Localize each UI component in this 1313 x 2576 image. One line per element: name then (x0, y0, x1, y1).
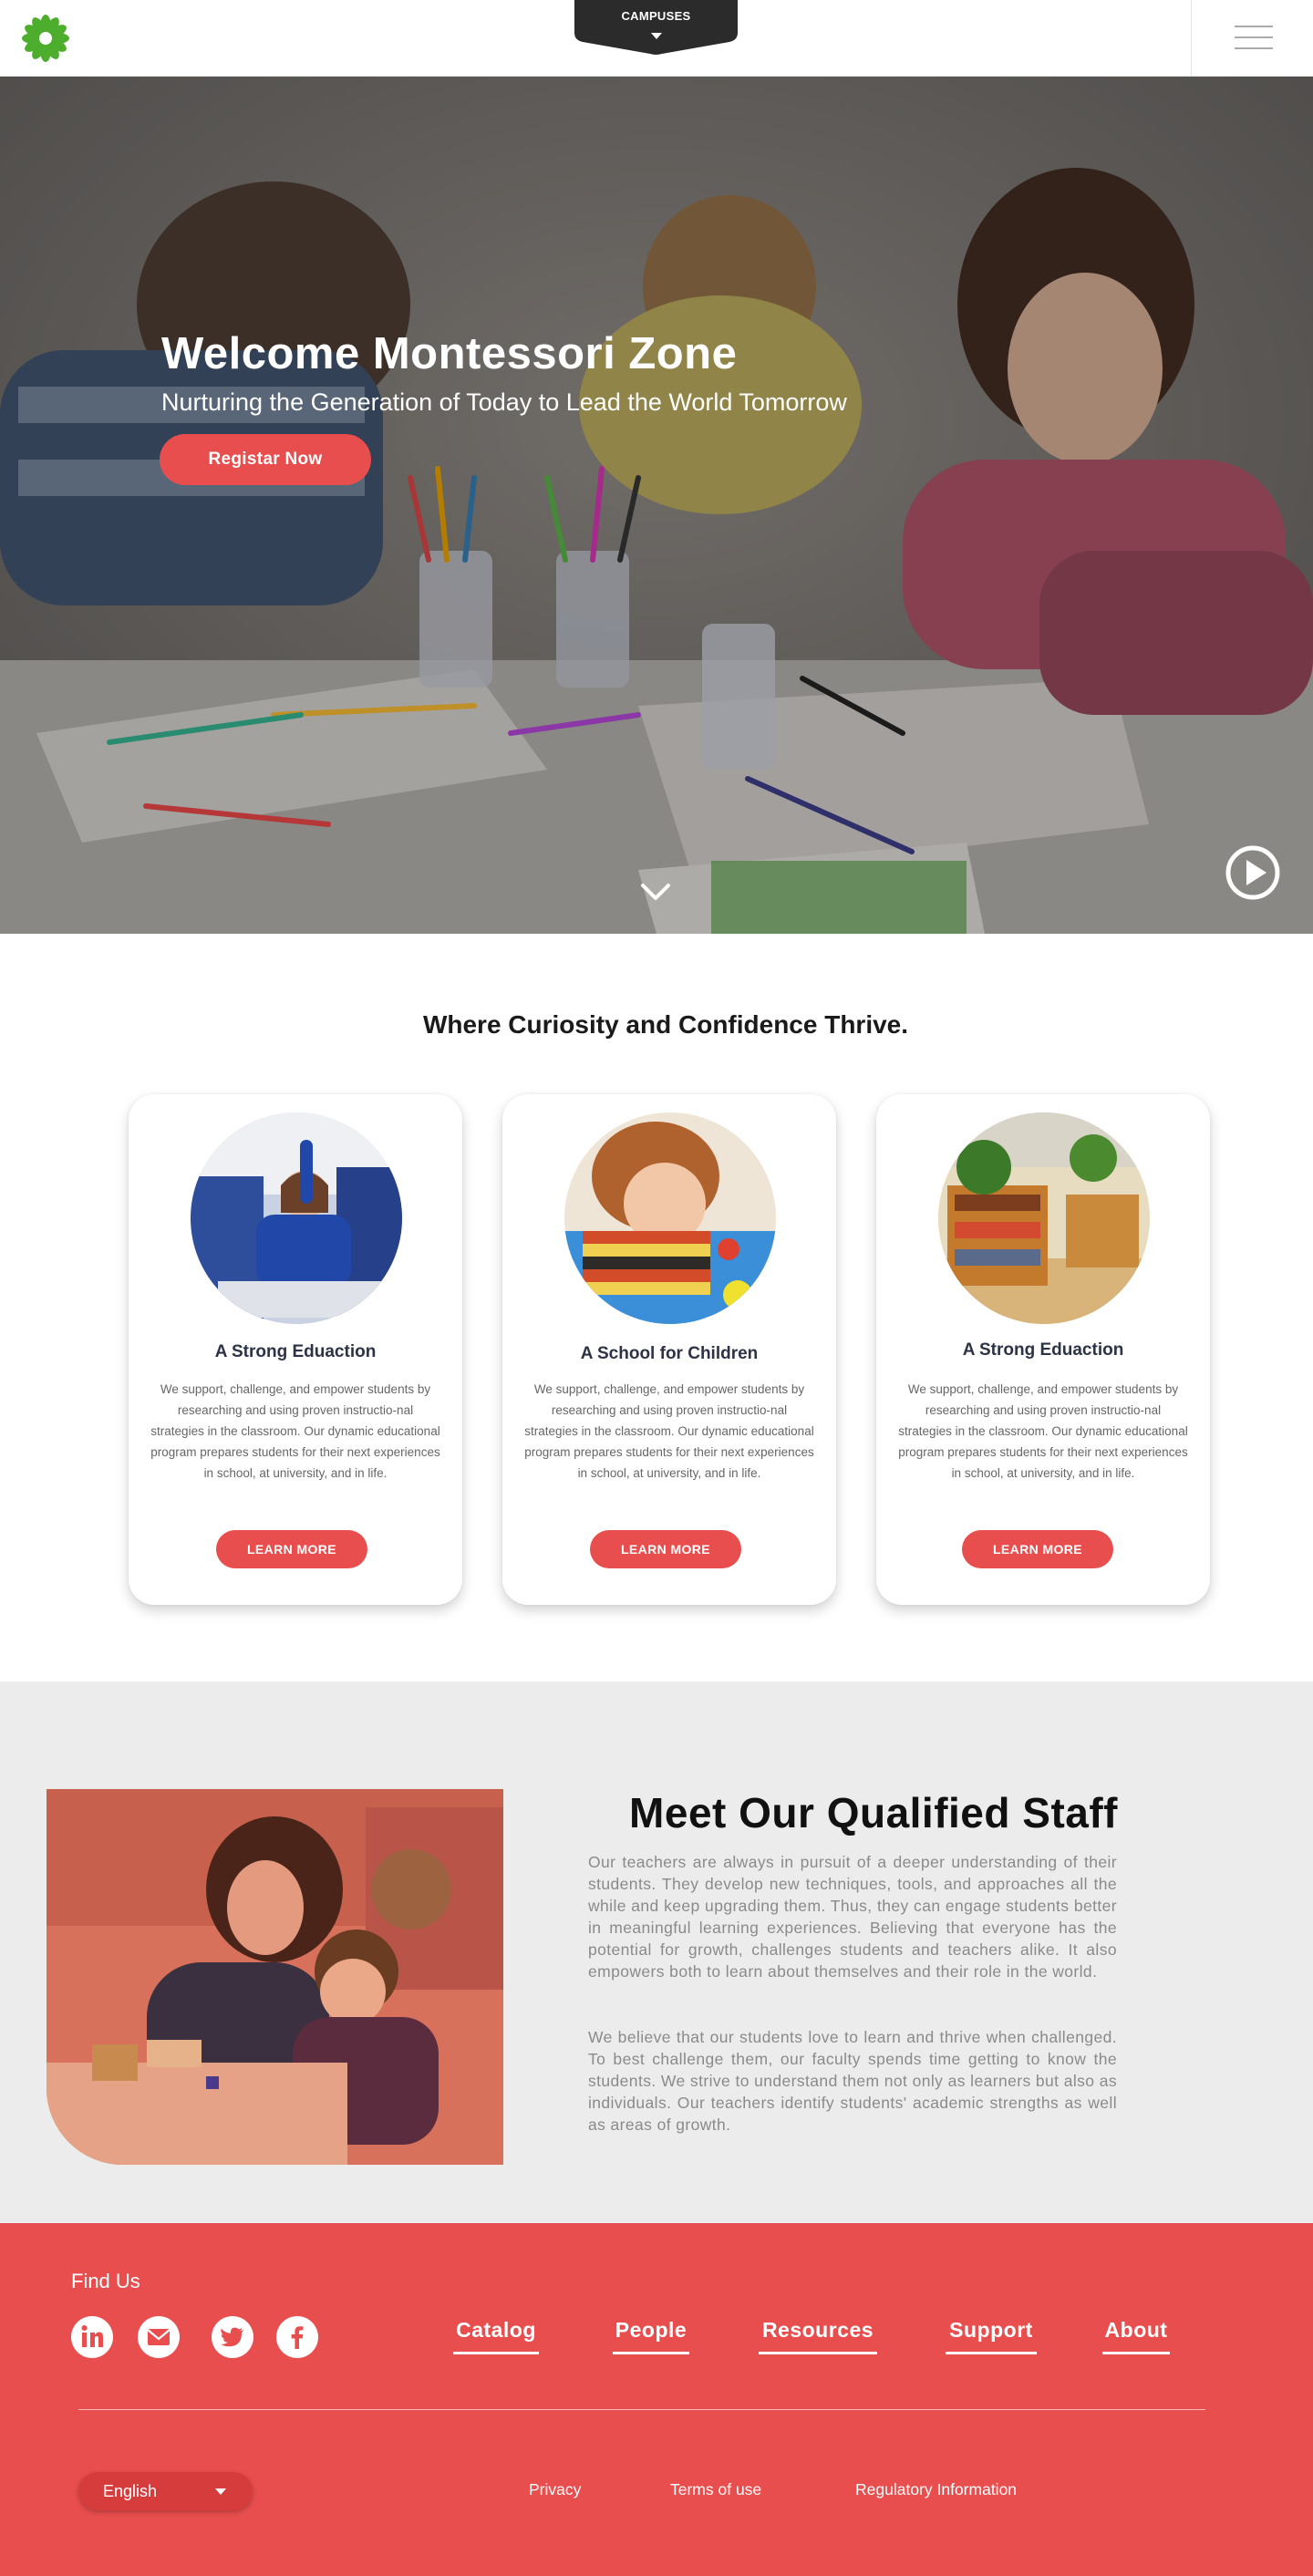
chevron-down-icon (215, 2488, 226, 2495)
site-footer: Find Us Catalog People Resources Support… (0, 2223, 1313, 2576)
facebook-icon[interactable] (276, 2316, 318, 2358)
learn-more-button[interactable]: LEARN MORE (216, 1530, 367, 1568)
mail-icon[interactable] (138, 2316, 180, 2358)
staff-photo (47, 1789, 503, 2165)
feature-card: A Strong Eduaction We support, challenge… (129, 1094, 462, 1605)
register-now-button[interactable]: Registar Now (160, 434, 371, 485)
footer-nav-catalog[interactable]: Catalog (453, 2318, 539, 2354)
feature-card-title: A School for Children (580, 1344, 759, 1363)
footer-nav-people[interactable]: People (613, 2318, 689, 2354)
hero-section: Welcome Montessori Zone Nurturing the Ge… (0, 77, 1313, 934)
site-header: CAMPUSES (0, 0, 1313, 77)
language-selector[interactable]: English (78, 2472, 253, 2510)
footer-nav-resources[interactable]: Resources (759, 2318, 877, 2354)
staff-paragraph-2: We believe that our students love to lea… (588, 2028, 1117, 2134)
twitter-icon[interactable] (212, 2316, 253, 2358)
feature-card-image (191, 1112, 402, 1324)
terms-of-use-link[interactable]: Terms of use (670, 2480, 761, 2499)
feature-card: A School for Children We support, challe… (502, 1094, 836, 1605)
hamburger-menu-icon[interactable] (1235, 26, 1273, 53)
privacy-link[interactable]: Privacy (529, 2480, 581, 2499)
hero-title: Welcome Montessori Zone (161, 329, 738, 378)
scroll-down-chevron-icon[interactable] (639, 881, 672, 903)
logo-icon[interactable] (20, 13, 71, 64)
feature-card-text: We support, challenge, and empower stude… (150, 1382, 440, 1480)
feature-card-text: We support, challenge, and empower stude… (524, 1382, 814, 1480)
footer-nav-support[interactable]: Support (946, 2318, 1037, 2354)
footer-divider (78, 2409, 1205, 2410)
caret-down-icon (651, 33, 662, 39)
footer-nav-about[interactable]: About (1102, 2318, 1170, 2354)
feature-card: A Strong Eduaction We support, challenge… (876, 1094, 1210, 1605)
campuses-dropdown[interactable]: CAMPUSES (574, 0, 738, 55)
feature-card-title: A Strong Eduaction (962, 1340, 1124, 1360)
staff-section: Meet Our Qualified Staff Our teachers ar… (0, 1681, 1313, 2223)
learn-more-button[interactable]: LEARN MORE (962, 1530, 1113, 1568)
campuses-label: CAMPUSES (621, 9, 691, 23)
learn-more-button[interactable]: LEARN MORE (590, 1530, 741, 1568)
campus-tab-shape (574, 0, 738, 55)
find-us-label: Find Us (71, 2270, 140, 2292)
features-heading: Where Curiosity and Confidence Thrive. (422, 1010, 909, 1039)
hero-background-image (0, 77, 1313, 934)
language-label: English (103, 2482, 158, 2500)
linkedin-icon[interactable] (71, 2316, 113, 2358)
feature-card-image (564, 1112, 776, 1324)
feature-card-title: A Strong Eduaction (214, 1342, 377, 1361)
header-divider (1191, 0, 1192, 77)
staff-paragraph-1: Our teachers are always in pursuit of a … (588, 1853, 1117, 1981)
regulatory-information-link[interactable]: Regulatory Information (855, 2480, 1017, 2499)
feature-card-image (938, 1112, 1150, 1324)
feature-card-text: We support, challenge, and empower stude… (898, 1382, 1188, 1480)
staff-heading: Meet Our Qualified Staff (629, 1789, 1118, 1836)
hero-subtitle: Nurturing the Generation of Today to Lea… (161, 388, 847, 416)
play-video-icon[interactable] (1225, 844, 1281, 901)
